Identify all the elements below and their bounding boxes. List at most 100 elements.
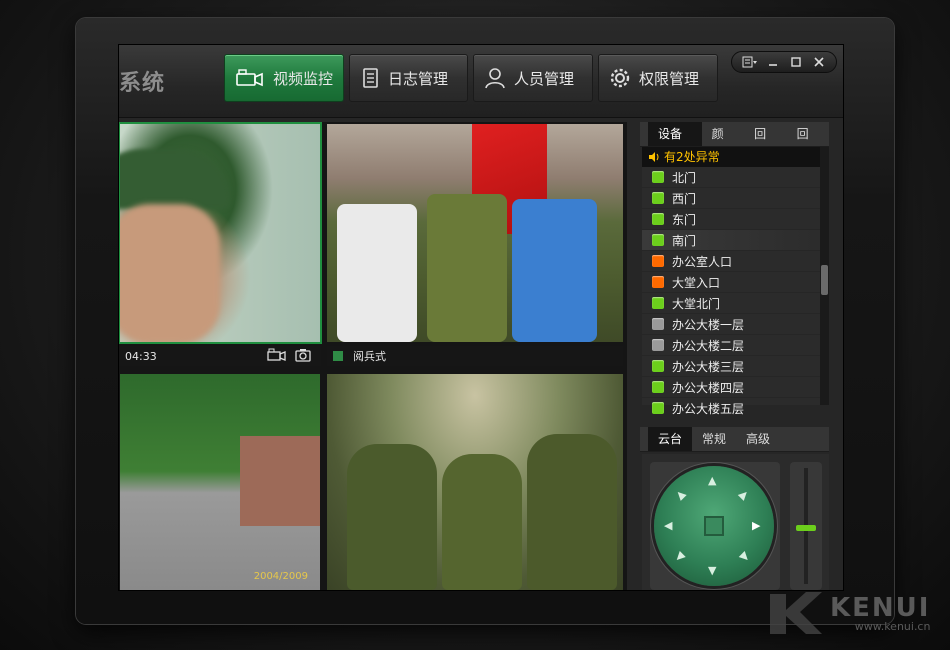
device-row[interactable]: 大堂北门 [642, 293, 829, 314]
device-status-icon [652, 339, 664, 351]
device-name: 南门 [672, 233, 697, 248]
video-tile-2[interactable] [327, 124, 623, 342]
tab-ptz[interactable]: 云台 [648, 427, 693, 451]
video-tile-3[interactable]: 2004/2009 [120, 374, 320, 590]
device-row[interactable]: 办公大楼一层 [642, 314, 829, 335]
video-tile-1[interactable] [120, 124, 320, 342]
device-row[interactable]: 大堂入口 [642, 272, 829, 293]
arrow-left-icon[interactable]: ◀ [664, 519, 672, 532]
tab-device-list[interactable]: 设备表 [648, 122, 702, 165]
video-image [337, 204, 417, 342]
video-date-stamp: 2004/2009 [253, 571, 308, 582]
device-list-scrollbar[interactable] [820, 147, 829, 405]
record-icon[interactable] [267, 348, 287, 365]
close-icon[interactable] [811, 54, 827, 70]
app-title: 系统 [119, 71, 166, 96]
menu-icon[interactable] [742, 54, 758, 70]
ptz-joystick: ▲ ▼ ◀ ▶ ▲ ▲ ▼ ▼ [650, 462, 780, 590]
device-name: 北门 [672, 170, 697, 185]
document-icon [363, 68, 378, 88]
device-row[interactable]: 北门 [642, 167, 829, 188]
device-name: 办公大楼四层 [672, 380, 745, 395]
device-row[interactable]: 办公大楼四层 [642, 377, 829, 398]
device-status-icon [652, 255, 664, 267]
video-tile-4[interactable] [327, 374, 623, 590]
video-tile-1-bar: 04:33 [119, 346, 321, 366]
device-status-icon [652, 360, 664, 372]
zoom-slider-handle[interactable] [796, 525, 816, 531]
device-name: 办公大楼五层 [672, 401, 745, 416]
camera-icon [236, 69, 263, 87]
speaker-icon [649, 152, 659, 162]
device-status-icon [652, 276, 664, 288]
video-grid: 04:33 阅兵式 2004/2009 [119, 122, 627, 590]
nav-permission-label: 权限管理 [639, 69, 700, 88]
arrow-down-right-icon[interactable]: ▼ [737, 549, 752, 564]
device-name: 东门 [672, 212, 697, 227]
window-controls [731, 51, 837, 73]
arrow-up-icon[interactable]: ▲ [708, 474, 716, 487]
nav-video-monitor-label: 视频监控 [273, 69, 334, 88]
device-row[interactable]: 办公大楼五层 [642, 398, 829, 419]
watermark-text: KENUI www.kenui.cn [830, 595, 930, 632]
maximize-icon[interactable] [788, 54, 804, 70]
device-row[interactable]: 办公大楼三层 [642, 356, 829, 377]
arrow-right-icon[interactable]: ▶ [752, 519, 760, 532]
device-row[interactable]: 南门 [642, 230, 829, 251]
device-status-icon [652, 381, 664, 393]
video-image [120, 149, 230, 209]
alert-row[interactable]: 有2处异常 [642, 147, 829, 167]
device-name: 西门 [672, 191, 697, 206]
device-row[interactable]: 西门 [642, 188, 829, 209]
nav-log-button[interactable]: 日志管理 [349, 54, 468, 102]
zoom-slider[interactable] [790, 462, 822, 590]
video-image [347, 444, 437, 590]
ptz-direction-ring[interactable]: ▲ ▼ ◀ ▶ ▲ ▲ ▼ ▼ [654, 466, 774, 586]
scrollbar-thumb[interactable] [821, 265, 828, 295]
snapshot-icon[interactable] [295, 348, 311, 365]
video-image [442, 454, 522, 590]
video-image [120, 204, 220, 342]
nav-video-monitor-button[interactable]: 视频监控 [224, 54, 344, 102]
nav-personnel-button[interactable]: 人员管理 [473, 54, 593, 102]
device-status-icon [652, 318, 664, 330]
device-rows: 北门西门东门南门办公室人口大堂入口大堂北门办公大楼一层办公大楼二层办公大楼三层办… [642, 167, 829, 419]
device-name: 大堂北门 [672, 296, 721, 311]
arrow-down-left-icon[interactable]: ▼ [673, 549, 688, 564]
device-status-icon [652, 402, 664, 414]
nav-personnel-label: 人员管理 [514, 69, 575, 88]
device-name: 办公室人口 [672, 254, 733, 269]
tab-general[interactable]: 常规 [692, 427, 736, 451]
device-status-icon [652, 234, 664, 246]
minimize-icon[interactable] [765, 54, 781, 70]
right-panel: 设备表 颜色 回调 回放 有2处异常 北门西门东门南门办公室人口大堂入口大堂北门… [640, 122, 829, 590]
tab-color[interactable]: 颜色 [702, 122, 744, 165]
tab-advanced[interactable]: 高级 [736, 427, 780, 451]
ptz-center-button[interactable] [704, 516, 724, 536]
device-row[interactable]: 东门 [642, 209, 829, 230]
video-image [240, 436, 320, 526]
device-status-icon [652, 213, 664, 225]
device-row[interactable]: 办公室人口 [642, 251, 829, 272]
device-name: 办公大楼一层 [672, 317, 745, 332]
arrow-down-icon[interactable]: ▼ [708, 564, 716, 577]
video-image [427, 194, 507, 342]
gear-icon [610, 68, 630, 88]
alert-text: 有2处异常 [664, 150, 720, 164]
device-status-icon [652, 171, 664, 183]
video-label: 阅兵式 [353, 350, 386, 363]
device-name: 办公大楼三层 [672, 359, 745, 374]
ptz-tabs: 云台 常规 高级 [640, 427, 829, 452]
kenui-logo-icon [770, 592, 822, 634]
device-status-icon [652, 192, 664, 204]
tab-callback[interactable]: 回调 [744, 122, 786, 165]
arrow-up-right-icon[interactable]: ▲ [737, 487, 752, 502]
video-tile-2-bar: 阅兵式 [327, 346, 623, 366]
arrow-up-left-icon[interactable]: ▲ [673, 487, 688, 502]
video-time: 04:33 [125, 349, 157, 363]
device-list: 有2处异常 北门西门东门南门办公室人口大堂入口大堂北门办公大楼一层办公大楼二层办… [642, 147, 829, 419]
device-row[interactable]: 办公大楼二层 [642, 335, 829, 356]
tab-playback[interactable]: 回放 [787, 122, 829, 165]
nav-permission-button[interactable]: 权限管理 [598, 54, 718, 102]
watermark-logo: KENUI www.kenui.cn [766, 588, 930, 638]
